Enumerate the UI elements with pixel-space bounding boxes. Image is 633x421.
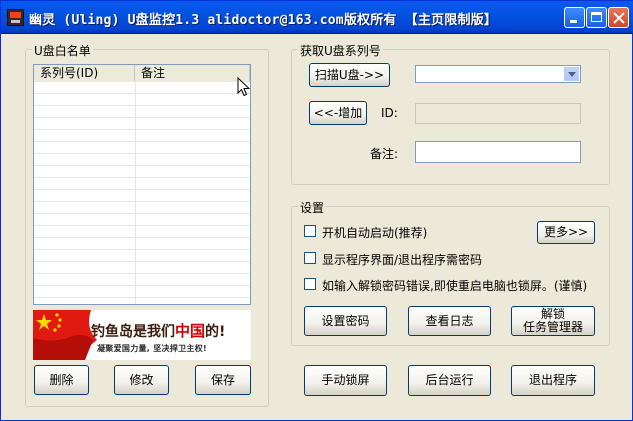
usb-drive-select[interactable]	[415, 65, 581, 83]
whitelist-group-label: U盘白名单	[32, 42, 93, 59]
patriotic-banner: 钓鱼岛是我们中国的! 凝聚爱国力量, 坚决捍卫主权!	[33, 310, 251, 360]
note-field[interactable]	[415, 141, 581, 163]
run-in-background-button[interactable]: 后台运行	[408, 365, 491, 396]
banner-subline: 凝聚爱国力量, 坚决捍卫主权!	[97, 344, 207, 353]
checkbox-box[interactable]	[304, 225, 316, 237]
list-body[interactable]	[34, 82, 250, 304]
mouse-pointer-icon	[237, 77, 251, 97]
add-button[interactable]: <<-增加	[309, 101, 367, 125]
maximize-icon	[591, 12, 602, 22]
unlock-task-manager-button[interactable]: 解锁 任务管理器	[511, 306, 595, 336]
set-password-button[interactable]: 设置密码	[304, 306, 387, 336]
delete-button[interactable]: 删除	[34, 365, 89, 395]
column-header-serial[interactable]: 系列号(ID)	[34, 65, 135, 81]
column-header-note[interactable]: 备注	[135, 65, 250, 81]
chevron-down-icon[interactable]	[564, 67, 579, 81]
checkbox-box[interactable]	[304, 278, 316, 290]
settings-group-label: 设置	[298, 199, 327, 216]
view-log-button[interactable]: 查看日志	[408, 306, 491, 336]
scan-usb-button[interactable]: 扫描U盘->>	[309, 63, 390, 87]
require-password-label: 显示程序界面/退出程序需密码	[322, 253, 483, 267]
id-label: ID:	[381, 106, 398, 120]
serial-group-label: 获取U盘系列号	[298, 42, 383, 59]
checkbox-box[interactable]	[304, 252, 316, 264]
require-password-checkbox[interactable]: 显示程序界面/退出程序需密码	[304, 251, 604, 267]
monitor-app-icon[interactable]	[7, 9, 24, 26]
column-divider	[135, 82, 136, 304]
window-title: 幽灵 (Uling) U盘监控1.3 alidoctor@163.com版权所有…	[29, 13, 498, 28]
main-window: 幽灵 (Uling) U盘监控1.3 alidoctor@163.com版权所有…	[0, 0, 633, 421]
lock-on-wrong-password-checkbox[interactable]: 如输入解锁密码错误,即使重启电脑也锁屏。(谨慎)	[304, 277, 604, 293]
maximize-button[interactable]	[586, 7, 607, 28]
china-flag-icon	[33, 310, 97, 360]
list-header: 系列号(ID) 备注	[34, 65, 250, 83]
banner-headline: 钓鱼岛是我们中国的!	[91, 322, 226, 340]
autostart-label: 开机自动启动(推荐)	[322, 226, 428, 240]
title-bar[interactable]: 幽灵 (Uling) U盘监控1.3 alidoctor@163.com版权所有…	[1, 1, 633, 34]
more-button[interactable]: 更多>>	[537, 221, 595, 244]
exit-program-button[interactable]: 退出程序	[511, 365, 595, 396]
id-field[interactable]	[415, 103, 581, 124]
lock-on-wrong-password-label: 如输入解锁密码错误,即使重启电脑也锁屏。(谨慎)	[322, 279, 588, 293]
note-label: 备注:	[370, 147, 399, 161]
close-button[interactable]	[608, 7, 629, 28]
minimize-icon	[570, 20, 577, 23]
minimize-button[interactable]	[564, 7, 585, 28]
manual-lock-button[interactable]: 手动锁屏	[304, 365, 387, 396]
modify-button[interactable]: 修改	[114, 365, 169, 395]
whitelist-list[interactable]: 系列号(ID) 备注	[33, 64, 251, 305]
save-button[interactable]: 保存	[195, 365, 251, 395]
